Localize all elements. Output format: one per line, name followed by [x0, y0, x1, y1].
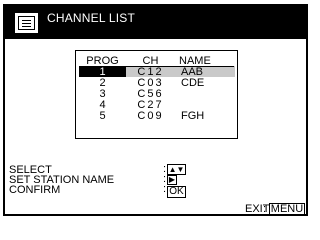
- prog-cell: 4: [99, 98, 106, 111]
- ch-cell: C12: [126, 66, 175, 77]
- confirm-label: CONFIRM: [9, 184, 61, 196]
- name-cell: AAB: [175, 66, 235, 77]
- ch-cell: C27: [137, 98, 164, 111]
- colon: :: [263, 203, 267, 215]
- right-arrow-key[interactable]: ▶: [167, 175, 177, 185]
- table-row[interactable]: 4 C27: [79, 99, 235, 110]
- channel-list-table: PROG CH NAME 1 C12 AAB 2 C03 CDE 3 C56 4…: [75, 50, 238, 139]
- colon: :: [163, 183, 167, 195]
- name-cell: CDE: [181, 76, 205, 89]
- table-row[interactable]: 5 C09 FGH: [79, 110, 235, 121]
- title-bar: CHANNEL LIST: [5, 6, 306, 39]
- table-row[interactable]: 3 C56: [79, 88, 235, 99]
- prog-cell: 3: [99, 87, 106, 100]
- name-cell: FGH: [181, 109, 205, 122]
- ch-cell: C03: [137, 76, 164, 89]
- name-cell: [175, 88, 235, 99]
- prog-cell: 2: [99, 76, 106, 89]
- prog-cell: 1: [79, 66, 126, 77]
- up-down-arrow-key[interactable]: ▲▼: [167, 164, 186, 175]
- header-divider: [79, 66, 234, 67]
- list-document-icon: [14, 12, 39, 34]
- ch-cell: C09: [137, 109, 164, 122]
- menu-key[interactable]: MENU: [269, 203, 305, 216]
- table-row[interactable]: 1 C12 AAB: [79, 66, 235, 77]
- name-cell: [175, 99, 235, 110]
- page-title: CHANNEL LIST: [47, 11, 135, 25]
- table-row[interactable]: 2 C03 CDE: [79, 77, 235, 88]
- table-header-row: PROG CH NAME: [79, 55, 235, 66]
- ok-key[interactable]: OK: [167, 186, 186, 198]
- column-header-ch: CH: [142, 54, 159, 67]
- column-header-prog: PROG: [86, 54, 119, 67]
- ch-cell: C56: [137, 87, 164, 100]
- column-header-name: NAME: [179, 54, 211, 67]
- prog-cell: 5: [99, 109, 106, 122]
